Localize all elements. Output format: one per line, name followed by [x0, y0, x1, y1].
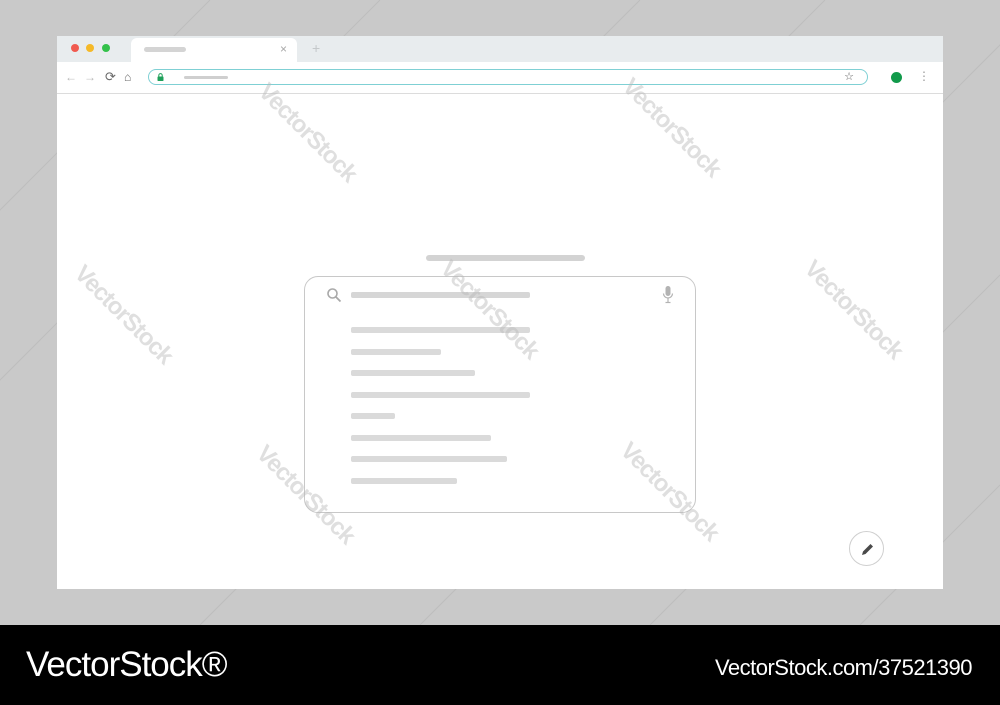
search-icon [327, 288, 342, 303]
search-input[interactable] [351, 292, 530, 298]
footer-image-id: VectorStock.com/37521390 [714, 655, 973, 680]
browser-toolbar: ← → ⟳ ⌂ ☆ ⋮ [57, 62, 943, 94]
tab-title-placeholder [144, 47, 186, 52]
footer-banner: VectorStock® VectorStock.com/37521390 [0, 625, 1000, 705]
lock-icon [157, 73, 164, 81]
address-bar[interactable]: ☆ [148, 69, 868, 85]
maximize-window-dot[interactable] [102, 44, 110, 52]
reload-icon[interactable]: ⟳ [105, 70, 116, 84]
suggestion-item[interactable] [351, 434, 491, 441]
close-window-dot[interactable] [71, 44, 79, 52]
url-text-placeholder [184, 76, 228, 79]
menu-icon[interactable]: ⋮ [918, 69, 930, 83]
new-tab-icon[interactable]: + [312, 41, 320, 55]
browser-tab[interactable]: × [131, 38, 297, 62]
pencil-icon [862, 544, 873, 555]
suggestion-item[interactable] [351, 456, 507, 462]
home-icon[interactable]: ⌂ [124, 70, 131, 84]
mic-icon[interactable] [662, 285, 674, 305]
suggestion-item[interactable] [351, 370, 475, 376]
edit-button[interactable] [849, 531, 884, 566]
back-icon[interactable]: ← [65, 70, 77, 84]
footer-brand: VectorStock® [26, 645, 228, 684]
tab-bar: × + [57, 36, 943, 62]
suggestion-item[interactable] [351, 477, 457, 484]
suggestion-item[interactable] [351, 391, 530, 398]
forward-icon[interactable]: → [84, 70, 96, 84]
suggestion-item[interactable] [351, 348, 441, 355]
tab-close-icon[interactable]: × [280, 43, 287, 55]
suggestion-item[interactable] [351, 413, 395, 419]
star-icon[interactable]: ☆ [844, 70, 854, 84]
profile-avatar[interactable] [891, 72, 902, 83]
minimize-window-dot[interactable] [86, 44, 94, 52]
